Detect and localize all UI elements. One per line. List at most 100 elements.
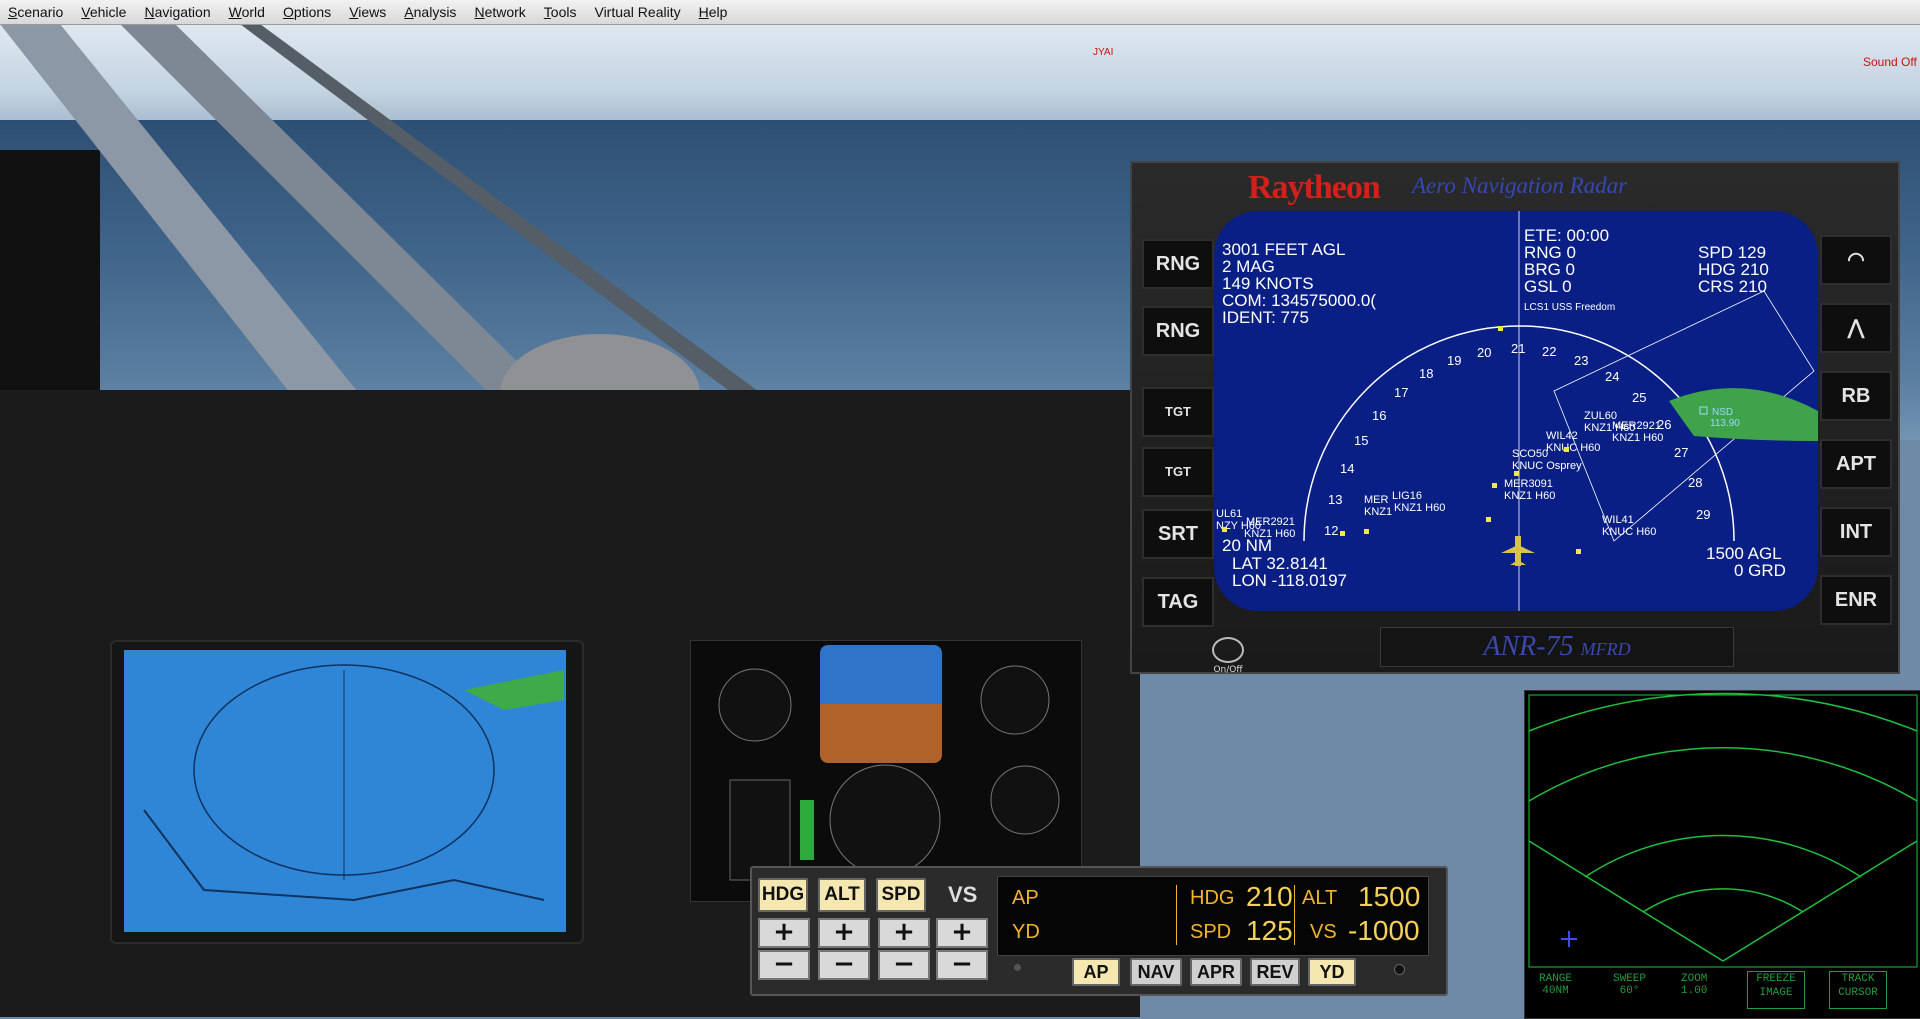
menu-navigation[interactable]: Navigation — [136, 0, 220, 24]
rng-down-button[interactable]: RNG — [1142, 306, 1214, 356]
target-marker — [1498, 326, 1503, 331]
brand-logo: Raytheon — [1248, 169, 1381, 206]
svg-text:21: 21 — [1511, 341, 1525, 356]
svg-text:WIL42: WIL42 — [1546, 430, 1578, 442]
enr-button[interactable]: ENR — [1820, 575, 1892, 625]
gauge-mode-button[interactable]: ◠ — [1820, 235, 1892, 285]
tgt-down-button[interactable]: TGT — [1142, 447, 1214, 497]
menu-vehicle[interactable]: Vehicle — [73, 0, 136, 24]
svg-text:29: 29 — [1696, 507, 1710, 522]
svg-text:KNUC H60: KNUC H60 — [1546, 442, 1600, 454]
svg-text:NSD: NSD — [1712, 407, 1733, 418]
tag-button[interactable]: TAG — [1142, 577, 1214, 627]
sweep-control[interactable]: SWEEP 60° — [1613, 973, 1646, 997]
autopilot-display: AP YD HDG 210 ALT 1500 SPD 125 VS -1000 — [997, 876, 1429, 956]
cursor-icon — [1561, 931, 1577, 947]
spd-decrease-button[interactable]: − — [878, 950, 930, 980]
vs-decrease-button[interactable]: − — [936, 950, 988, 980]
svg-text:17: 17 — [1394, 385, 1408, 400]
menu-scenario[interactable]: Scenario — [0, 0, 73, 24]
svg-text:UL61: UL61 — [1216, 508, 1242, 520]
svg-text:25: 25 — [1632, 390, 1646, 405]
terrain-mode-button[interactable]: ⋀ — [1820, 303, 1892, 353]
nav-button[interactable]: NAV — [1130, 958, 1182, 986]
range-control[interactable]: RANGE 40NM — [1539, 973, 1572, 997]
int-button[interactable]: INT — [1820, 507, 1892, 557]
onoff-switch[interactable]: On/Off — [1212, 637, 1244, 675]
svg-text:MER2921: MER2921 — [1246, 516, 1295, 528]
gauge-icon: ◠ — [1847, 249, 1865, 271]
apr-button[interactable]: APR — [1190, 958, 1242, 986]
ap-engage-button[interactable]: AP — [1072, 958, 1120, 986]
tgt-up-button[interactable]: TGT — [1142, 387, 1214, 437]
svg-text:LCS1 USS Freedom: LCS1 USS Freedom — [1524, 302, 1615, 313]
left-mfd-map — [143, 664, 564, 902]
menu-options[interactable]: Options — [275, 0, 341, 24]
freeze-image-button[interactable]: FREEZE IMAGE — [1747, 971, 1805, 1009]
menu-views[interactable]: Views — [341, 0, 396, 24]
svg-text:LIG16: LIG16 — [1392, 490, 1422, 502]
svg-text:KNZ1 H60: KNZ1 H60 — [1612, 432, 1663, 444]
svg-text:GSL 0: GSL 0 — [1524, 277, 1572, 296]
svg-text:SCO50: SCO50 — [1512, 448, 1548, 460]
alt-increase-button[interactable]: + — [818, 918, 870, 948]
svg-text:MER3091: MER3091 — [1504, 478, 1553, 490]
sector-radar-panel: RANGE 40NM SWEEP 60° ZOOM 1.00 FREEZE IMAGE… — [1524, 690, 1920, 1019]
radar-subtitle: Aero Navigation Radar — [1412, 173, 1628, 198]
status-light — [1014, 964, 1021, 971]
svg-text:LON -118.0197: LON -118.0197 — [1232, 571, 1347, 590]
canopy-frame-beams — [0, 24, 830, 444]
spd-increase-button[interactable]: + — [878, 918, 930, 948]
svg-text:27: 27 — [1674, 445, 1688, 460]
radar-screen: 3001 FEET AGL 2 MAG 149 KNOTS COM: 13457… — [1214, 211, 1818, 611]
svg-text:KNZ1: KNZ1 — [1364, 506, 1392, 518]
menu-network[interactable]: Network — [466, 0, 535, 24]
alt-decrease-button[interactable]: − — [818, 950, 870, 980]
yd-button[interactable]: YD — [1308, 958, 1356, 986]
sound-status[interactable]: Sound Off — [1863, 55, 1917, 69]
srt-button[interactable]: SRT — [1142, 509, 1214, 559]
spd-value: 125 — [1246, 915, 1293, 946]
left-mfd-screen — [124, 650, 566, 932]
svg-text:22: 22 — [1542, 344, 1556, 359]
svg-text:13: 13 — [1328, 492, 1342, 507]
svg-text:15: 15 — [1354, 433, 1368, 448]
svg-text:0 GRD: 0 GRD — [1734, 561, 1786, 580]
menu-help[interactable]: Help — [691, 0, 738, 24]
hdg-value: 210 — [1246, 881, 1293, 912]
svg-text:20 NM: 20 NM — [1222, 536, 1272, 555]
top-marker: JYAI — [1093, 47, 1114, 58]
rb-button[interactable]: RB — [1820, 371, 1892, 421]
menu-virtual-reality[interactable]: Virtual Reality — [586, 0, 690, 24]
rng-up-button[interactable]: RNG — [1142, 239, 1214, 289]
svg-text:16: 16 — [1372, 408, 1386, 423]
svg-text:20: 20 — [1477, 345, 1491, 360]
svg-text:28: 28 — [1688, 475, 1702, 490]
menu-analysis[interactable]: Analysis — [396, 0, 466, 24]
track-cursor-button[interactable]: TRACK CURSOR — [1829, 971, 1887, 1009]
svg-text:KNUC H60: KNUC H60 — [1602, 526, 1656, 538]
autopilot-panel: HDG ALT SPD VS + + + + − − − − AP YD HDG… — [750, 866, 1448, 996]
alt-value: 1500 — [1358, 881, 1421, 912]
apt-button[interactable]: APT — [1820, 439, 1892, 489]
menu-tools[interactable]: Tools — [536, 0, 587, 24]
rev-button[interactable]: REV — [1250, 958, 1300, 986]
svg-text:MER: MER — [1364, 494, 1389, 506]
radar-display: 3001 FEET AGL 2 MAG 149 KNOTS COM: 13457… — [1216, 211, 1818, 611]
svg-text:12: 12 — [1324, 523, 1338, 538]
indicator-light — [1394, 964, 1405, 975]
svg-text:WIL41: WIL41 — [1602, 514, 1634, 526]
menu-bar: Scenario Vehicle Navigation World Option… — [0, 0, 1920, 25]
sector-radar-display — [1528, 692, 1918, 968]
spd-mode-button[interactable]: SPD — [876, 878, 926, 912]
hdg-mode-button[interactable]: HDG — [758, 878, 808, 912]
svg-text:MER2921: MER2921 — [1612, 420, 1661, 432]
hdg-decrease-button[interactable]: − — [758, 950, 810, 980]
zoom-control[interactable]: ZOOM 1.00 — [1681, 973, 1707, 997]
vs-increase-button[interactable]: + — [936, 918, 988, 948]
svg-text:KNUC Osprey: KNUC Osprey — [1512, 460, 1582, 472]
alt-mode-button[interactable]: ALT — [818, 878, 866, 912]
vs-value: -1000 — [1348, 915, 1420, 946]
hdg-increase-button[interactable]: + — [758, 918, 810, 948]
menu-world[interactable]: World — [221, 0, 275, 24]
